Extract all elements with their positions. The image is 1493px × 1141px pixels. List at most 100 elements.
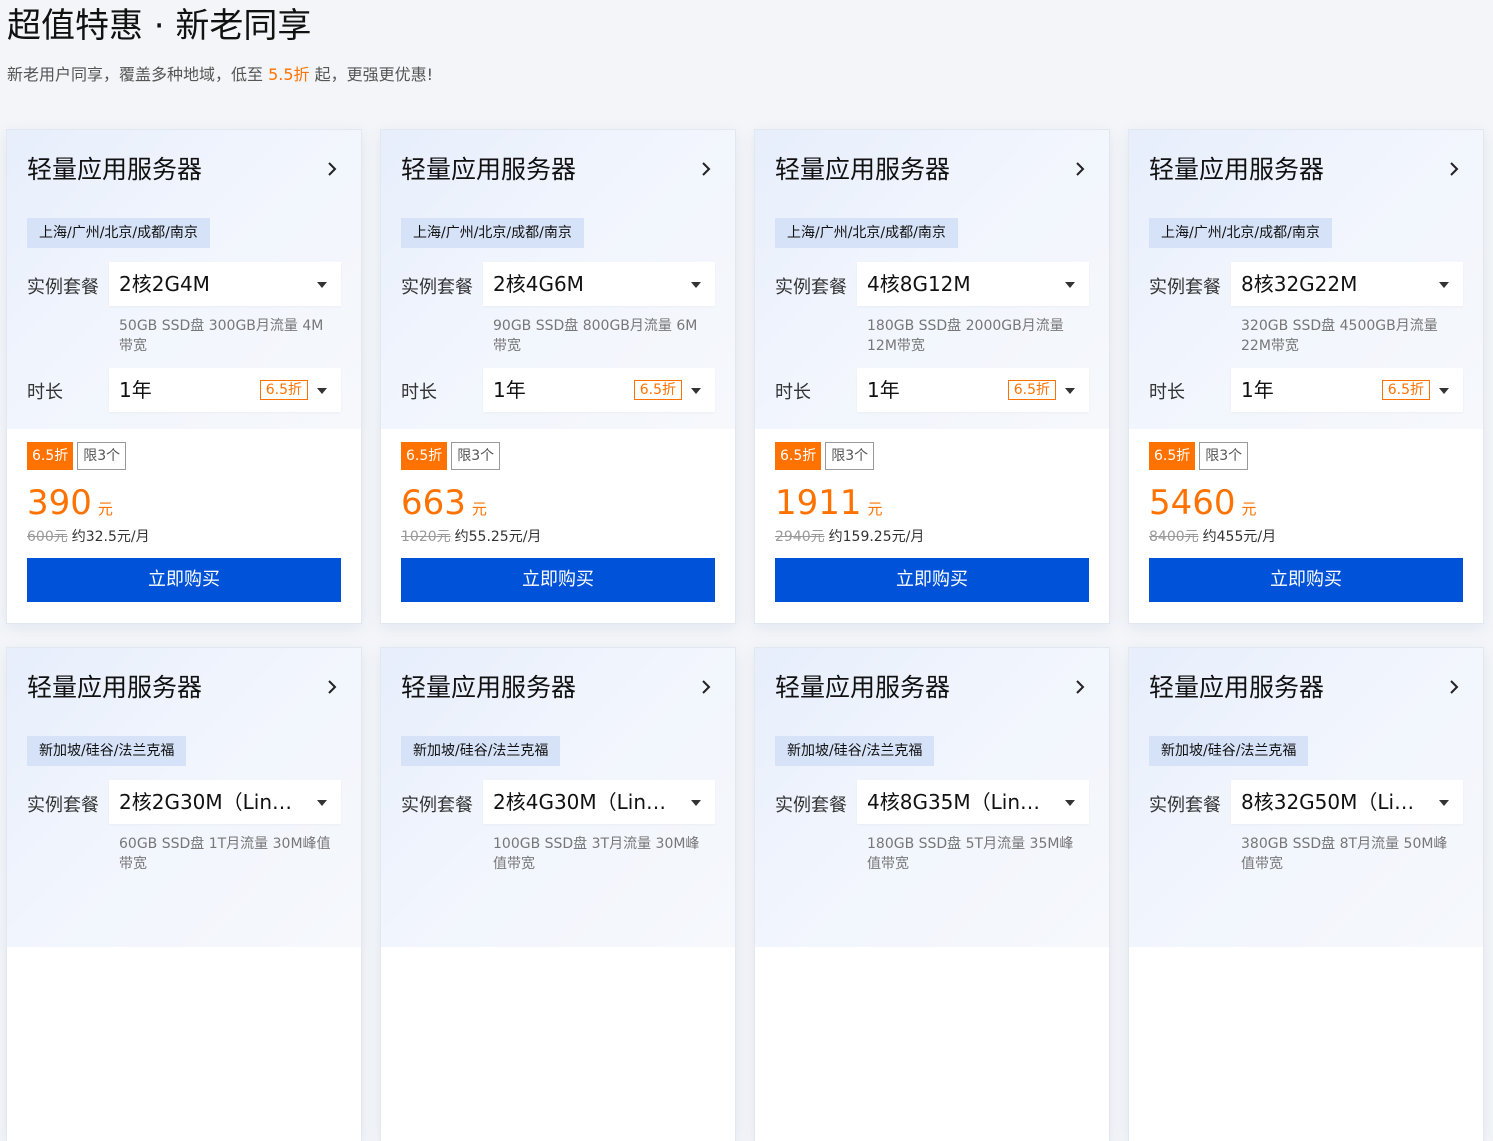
price-unit: 元 bbox=[1241, 500, 1257, 518]
limit-badge: 限3个 bbox=[825, 442, 875, 470]
subtitle-suffix: 起，更强更优惠! bbox=[309, 65, 434, 84]
chevron-right-icon[interactable] bbox=[699, 680, 713, 694]
price-unit: 元 bbox=[471, 500, 487, 518]
original-price: 2940元 bbox=[775, 529, 825, 545]
product-card: 轻量应用服务器 上海/广州/北京/成都/南京 实例套餐 2核2G4M 50GB … bbox=[7, 130, 361, 623]
price-detail: 8400元 约455元/月 bbox=[1149, 527, 1276, 547]
discount-badge: 6.5折 bbox=[775, 442, 822, 470]
product-grid: 轻量应用服务器 上海/广州/北京/成都/南京 实例套餐 2核2G4M 50GB … bbox=[7, 130, 1483, 1141]
chevron-right-icon[interactable] bbox=[699, 162, 713, 176]
product-card: 轻量应用服务器 新加坡/硅谷/法兰克福 实例套餐 2核4G30M（Linux） … bbox=[381, 648, 735, 1141]
duration-select[interactable]: 1年 6.5折 bbox=[109, 368, 341, 412]
duration-label: 时长 bbox=[401, 382, 437, 403]
caret-down-icon bbox=[1439, 282, 1449, 288]
caret-down-icon bbox=[1065, 388, 1075, 394]
badge-group: 6.5折 限3个 bbox=[775, 442, 875, 470]
caret-down-icon bbox=[1439, 800, 1449, 806]
price-unit: 元 bbox=[97, 500, 113, 518]
discount-badge: 6.5折 bbox=[401, 442, 448, 470]
buy-button[interactable]: 立即购买 bbox=[775, 558, 1089, 602]
chevron-right-icon[interactable] bbox=[325, 162, 339, 176]
card-title[interactable]: 轻量应用服务器 bbox=[401, 670, 576, 706]
card-title[interactable]: 轻量应用服务器 bbox=[27, 152, 202, 188]
price-detail: 600元 约32.5元/月 bbox=[27, 527, 150, 547]
duration-discount-badge: 6.5折 bbox=[633, 380, 682, 400]
duration-select[interactable]: 1年 6.5折 bbox=[483, 368, 715, 412]
price: 390 元 bbox=[27, 480, 113, 526]
package-spec: 60GB SSD盘 1T月流量 30M峰值带宽 bbox=[119, 836, 331, 872]
package-label: 实例套餐 bbox=[775, 277, 847, 298]
card-title[interactable]: 轻量应用服务器 bbox=[27, 670, 202, 706]
page-title: 超值特惠 · 新老同享 bbox=[7, 6, 312, 46]
price-unit: 元 bbox=[867, 500, 883, 518]
subtitle-prefix: 新老用户同享，覆盖多种地域，低至 bbox=[7, 65, 269, 84]
price-detail: 2940元 约159.25元/月 bbox=[775, 527, 924, 547]
chevron-right-icon[interactable] bbox=[1447, 162, 1461, 176]
discount-badge: 6.5折 bbox=[27, 442, 74, 470]
package-label: 实例套餐 bbox=[775, 795, 847, 816]
package-value: 2核2G30M（Linux） bbox=[119, 790, 299, 814]
badge-group: 6.5折 限3个 bbox=[1149, 442, 1249, 470]
price-detail: 1020元 约55.25元/月 bbox=[401, 527, 541, 547]
package-spec: 180GB SSD盘 5T月流量 35M峰值带宽 bbox=[867, 836, 1074, 872]
package-select[interactable]: 2核2G30M（Linux） bbox=[109, 780, 341, 824]
card-title[interactable]: 轻量应用服务器 bbox=[775, 152, 950, 188]
badge-group: 6.5折 限3个 bbox=[401, 442, 501, 470]
package-spec: 50GB SSD盘 300GB月流量 4M带宽 bbox=[119, 318, 324, 354]
package-select[interactable]: 2核4G6M bbox=[483, 262, 715, 306]
buy-button[interactable]: 立即购买 bbox=[1149, 558, 1463, 602]
duration-select[interactable]: 1年 6.5折 bbox=[857, 368, 1089, 412]
caret-down-icon bbox=[1065, 282, 1075, 288]
badge-group: 6.5折 限3个 bbox=[27, 442, 127, 470]
package-label: 实例套餐 bbox=[401, 277, 473, 298]
price-value: 390 bbox=[27, 483, 92, 523]
package-select[interactable]: 8核32G22M bbox=[1231, 262, 1463, 306]
package-select[interactable]: 2核4G30M（Linux） bbox=[483, 780, 715, 824]
package-select[interactable]: 4核8G35M（Linux） bbox=[857, 780, 1089, 824]
caret-down-icon bbox=[691, 800, 701, 806]
duration-discount-badge: 6.5折 bbox=[259, 380, 308, 400]
region-tag: 上海/广州/北京/成都/南京 bbox=[1149, 218, 1332, 248]
chevron-right-icon[interactable] bbox=[1447, 680, 1461, 694]
card-title[interactable]: 轻量应用服务器 bbox=[1149, 152, 1324, 188]
price: 5460 元 bbox=[1149, 480, 1257, 526]
original-price: 1020元 bbox=[401, 529, 451, 545]
card-title[interactable]: 轻量应用服务器 bbox=[775, 670, 950, 706]
package-spec: 100GB SSD盘 3T月流量 30M峰值带宽 bbox=[493, 836, 700, 872]
limit-badge: 限3个 bbox=[77, 442, 127, 470]
duration-select[interactable]: 1年 6.5折 bbox=[1231, 368, 1463, 412]
price: 663 元 bbox=[401, 480, 487, 526]
package-value: 2核4G6M bbox=[493, 272, 584, 296]
page-subtitle: 新老用户同享，覆盖多种地域，低至 5.5折 起，更强更优惠! bbox=[7, 64, 433, 86]
package-value: 4核8G35M（Linux） bbox=[867, 790, 1047, 814]
price-value: 663 bbox=[401, 483, 466, 523]
region-tag: 新加坡/硅谷/法兰克福 bbox=[775, 736, 935, 766]
chevron-right-icon[interactable] bbox=[1073, 162, 1087, 176]
original-price: 600元 bbox=[27, 529, 68, 545]
caret-down-icon bbox=[1065, 800, 1075, 806]
caret-down-icon bbox=[317, 800, 327, 806]
package-label: 实例套餐 bbox=[27, 277, 99, 298]
chevron-right-icon[interactable] bbox=[325, 680, 339, 694]
package-select[interactable]: 4核8G12M bbox=[857, 262, 1089, 306]
region-tag: 新加坡/硅谷/法兰克福 bbox=[1149, 736, 1309, 766]
price-value: 1911 bbox=[775, 483, 862, 523]
region-tag: 新加坡/硅谷/法兰克福 bbox=[27, 736, 187, 766]
duration-discount-badge: 6.5折 bbox=[1007, 380, 1056, 400]
package-spec: 90GB SSD盘 800GB月流量 6M带宽 bbox=[493, 318, 698, 354]
duration-value: 1年 bbox=[867, 378, 900, 402]
caret-down-icon bbox=[317, 388, 327, 394]
buy-button[interactable]: 立即购买 bbox=[27, 558, 341, 602]
buy-button[interactable]: 立即购买 bbox=[401, 558, 715, 602]
chevron-right-icon[interactable] bbox=[1073, 680, 1087, 694]
package-value: 8核32G50M（Linux） bbox=[1241, 790, 1421, 814]
discount-badge: 6.5折 bbox=[1149, 442, 1196, 470]
region-tag: 上海/广州/北京/成都/南京 bbox=[27, 218, 210, 248]
card-title[interactable]: 轻量应用服务器 bbox=[1149, 670, 1324, 706]
caret-down-icon bbox=[691, 282, 701, 288]
package-select[interactable]: 2核2G4M bbox=[109, 262, 341, 306]
package-select[interactable]: 8核32G50M（Linux） bbox=[1231, 780, 1463, 824]
duration-label: 时长 bbox=[27, 382, 63, 403]
card-title[interactable]: 轻量应用服务器 bbox=[401, 152, 576, 188]
original-price: 8400元 bbox=[1149, 529, 1199, 545]
